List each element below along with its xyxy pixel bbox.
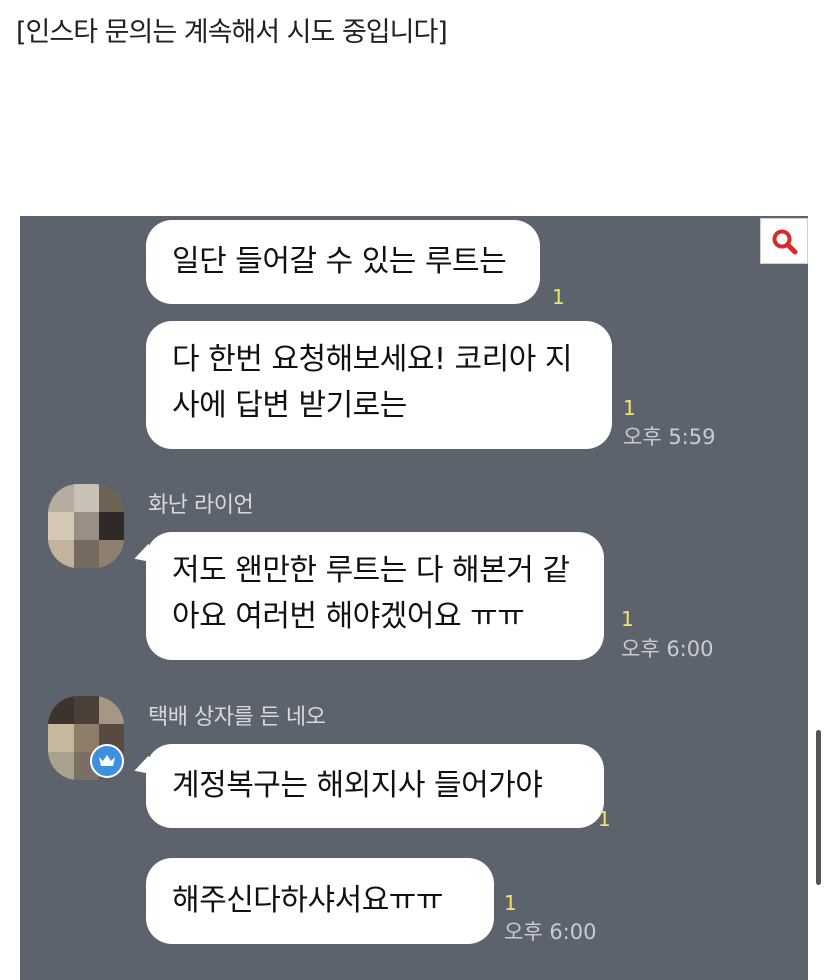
unread-count: 1 bbox=[504, 891, 517, 915]
unread-count: 1 bbox=[621, 607, 634, 631]
caption-text: [인스타 문의는 계속해서 시도 중입니다] bbox=[16, 17, 448, 48]
message-text: 저도 왠만한 루트는 다 해본거 같 bbox=[172, 553, 570, 588]
unread-count: 1 bbox=[623, 396, 636, 420]
message-text: 아요 여러번 해야겠어요 ㅠㅠ bbox=[172, 599, 525, 634]
message-text: 해주신다하샤서요ㅠㅠ bbox=[172, 883, 444, 918]
scrollbar[interactable] bbox=[816, 730, 821, 885]
unread-count: 1 bbox=[552, 285, 565, 309]
message-time: 오후 6:00 bbox=[621, 637, 714, 661]
message-bubble[interactable]: 계정복구는 해외지사 들어가야 bbox=[131, 744, 604, 828]
message-text: 다 한번 요청해보세요! 코리아 지 bbox=[172, 342, 572, 377]
screenshot-page: [인스타 문의는 계속해서 시도 중입니다] 일단 들어갈 수 있는 루트는 1… bbox=[0, 0, 828, 980]
message-bubble[interactable]: 일단 들어갈 수 있는 루트는 bbox=[146, 220, 540, 304]
message-time: 오후 6:00 bbox=[504, 920, 597, 944]
chat-window[interactable]: 일단 들어갈 수 있는 루트는 1 다 한번 요청해보세요! 코리아 지 사에 … bbox=[20, 216, 808, 980]
bubble-tail bbox=[131, 543, 155, 569]
search-button[interactable] bbox=[760, 218, 808, 264]
bubble-tail bbox=[131, 755, 155, 781]
message-bubble[interactable]: 저도 왠만한 루트는 다 해본거 같 아요 여러번 해야겠어요 ㅠㅠ bbox=[131, 532, 604, 660]
unread-count: 1 bbox=[598, 807, 611, 831]
message-text: 사에 답변 받기로는 bbox=[172, 388, 407, 423]
crown-badge bbox=[90, 744, 124, 778]
message-bubble[interactable]: 해주신다하샤서요ㅠㅠ bbox=[146, 858, 494, 944]
message-time: 오후 5:59 bbox=[623, 425, 716, 449]
sender-name: 택배 상자를 든 네오 bbox=[148, 705, 326, 730]
message-text: 일단 들어갈 수 있는 루트는 bbox=[172, 244, 507, 279]
message-text: 계정복구는 해외지사 들어가야 bbox=[172, 768, 543, 803]
sender-name: 화난 라이언 bbox=[148, 493, 254, 518]
avatar[interactable] bbox=[48, 484, 124, 568]
message-bubble[interactable]: 다 한번 요청해보세요! 코리아 지 사에 답변 받기로는 bbox=[146, 321, 612, 449]
